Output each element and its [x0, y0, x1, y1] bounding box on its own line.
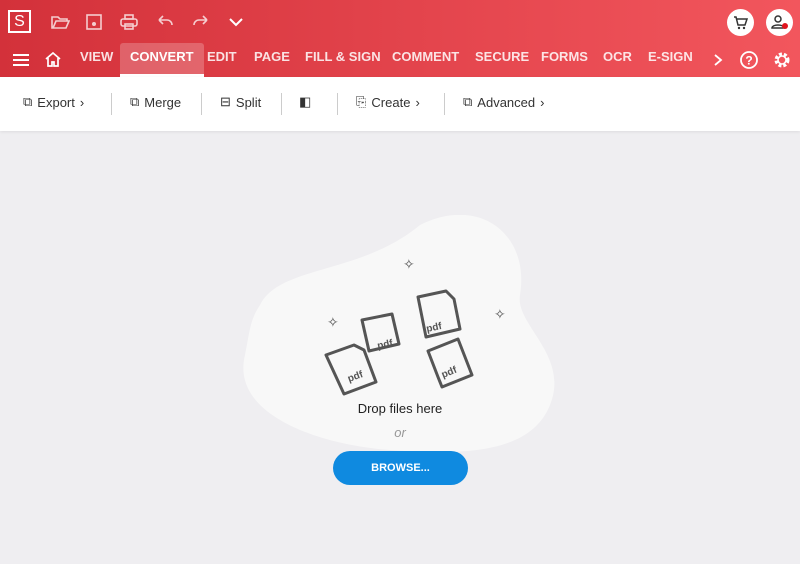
divider [444, 93, 445, 115]
split-button[interactable]: ⊟ Split [220, 94, 261, 110]
save-icon[interactable] [84, 12, 104, 32]
svg-text:?: ? [745, 54, 752, 68]
tab-ocr[interactable]: OCR [593, 43, 642, 77]
compress-button[interactable]: ◧ [299, 94, 311, 110]
tab-comment[interactable]: COMMENT [382, 43, 469, 77]
chevron-right-icon: › [79, 94, 85, 110]
drop-files-text: Drop files here [357, 401, 443, 416]
header: S VIEW CONVERT EDIT PAGE FILL & SIGN COM… [0, 0, 800, 77]
convert-toolbar: ⧉ Export › ⧉ Merge ⊟ Split ◧ ⎘ Create › ⧉ Advan… [0, 77, 800, 131]
merge-icon: ⧉ [130, 94, 140, 109]
chevron-right-icon: › [415, 94, 420, 110]
more-tabs-chevron-icon[interactable] [712, 53, 724, 67]
settings-gear-icon[interactable] [772, 50, 792, 70]
browse-button[interactable]: BROWSE... [333, 451, 468, 485]
chevron-right-icon: › [540, 94, 545, 110]
create-button[interactable]: ⎘ Create › [356, 94, 420, 110]
user-icon [771, 15, 788, 29]
svg-text:✧: ✧ [494, 306, 506, 322]
export-button[interactable]: ⧉ Export › [23, 94, 84, 110]
home-icon[interactable] [44, 50, 62, 68]
print-icon[interactable] [119, 12, 139, 32]
tab-fill-sign[interactable]: FILL & SIGN [295, 43, 391, 77]
or-text: or [394, 425, 406, 440]
tab-secure[interactable]: SECURE [465, 43, 539, 77]
tab-forms[interactable]: FORMS [531, 43, 598, 77]
tab-view[interactable]: VIEW [70, 43, 123, 77]
account-button[interactable] [766, 9, 793, 36]
advanced-button[interactable]: ⧉ Advanced › [463, 94, 544, 110]
tab-esign[interactable]: E-SIGN [638, 43, 703, 77]
divider [281, 93, 282, 115]
merge-button[interactable]: ⧉ Merge [130, 94, 181, 110]
help-icon[interactable]: ? [739, 50, 759, 70]
undo-icon[interactable] [155, 12, 175, 32]
menu-icon[interactable] [12, 52, 30, 68]
cart-button[interactable] [727, 9, 754, 36]
open-folder-icon[interactable] [50, 12, 70, 32]
svg-text:✧: ✧ [327, 314, 339, 330]
cart-icon [734, 16, 749, 30]
divider [337, 93, 338, 115]
svg-text:✧: ✧ [403, 256, 415, 272]
chevron-down-icon[interactable] [226, 12, 246, 32]
tab-convert[interactable]: CONVERT [120, 43, 204, 77]
tab-edit[interactable]: EDIT [197, 43, 247, 77]
tab-page[interactable]: PAGE [244, 43, 300, 77]
app-logo: S [8, 10, 31, 33]
redo-icon[interactable] [191, 12, 211, 32]
export-icon: ⧉ [23, 94, 33, 109]
split-icon: ⊟ [220, 94, 231, 109]
divider [201, 93, 202, 115]
divider [111, 93, 112, 115]
compress-icon: ◧ [299, 94, 312, 109]
create-icon: ⎘ [356, 94, 367, 109]
drop-zone-illustration[interactable]: pdf pdf pdf pdf ✧✧ ✧ [240, 215, 560, 455]
advanced-icon: ⧉ [463, 94, 473, 109]
